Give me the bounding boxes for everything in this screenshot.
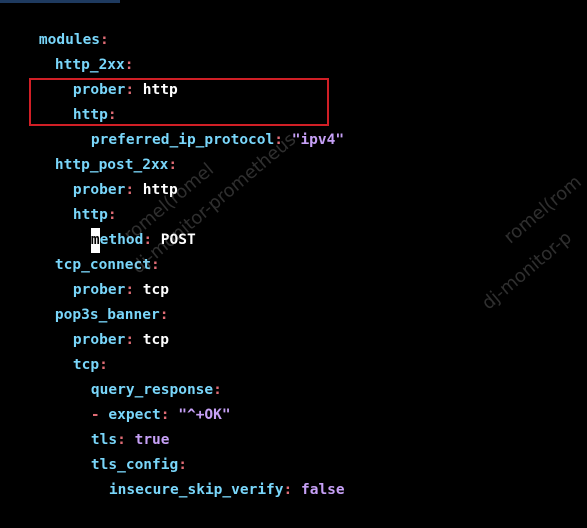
yaml-string: "ipv4" (282, 132, 345, 148)
code-line-prober: prober: http (38, 153, 178, 198)
code-line-prober: prober: http (38, 53, 178, 98)
yaml-colon: : (274, 132, 283, 148)
code-line-expect: - expect: "^+OK" (56, 378, 231, 423)
code-line-tcp: tcp: (38, 328, 108, 373)
code-line-tls: tls: true (56, 403, 170, 448)
yaml-value: tcp (134, 332, 169, 348)
code-editor[interactable]: modules: http_2xx: prober: http http: pr… (0, 0, 587, 498)
code-line-http-2xx: http_2xx: (20, 28, 134, 73)
code-line-query-response: query_response: (56, 353, 222, 398)
yaml-key: insecure_skip_verify (108, 482, 284, 498)
code-line-http: http: (38, 178, 117, 223)
yaml-boolean: false (292, 482, 345, 498)
yaml-colon: : (125, 332, 135, 348)
code-line-tcp-connect: tcp_connect: (20, 228, 160, 273)
watermark-text: dj-monitor-p (478, 227, 576, 315)
code-line-prober: prober: tcp (38, 253, 169, 298)
code-line-http-post-2xx: http_post_2xx: (20, 128, 177, 173)
watermark-text: romel(rom (500, 171, 586, 249)
yaml-value: http (134, 182, 178, 198)
code-line-insecure-skip-verify: insecure_skip_verify: false (74, 453, 345, 498)
highlight-box (29, 78, 329, 126)
code-line-tls-config: tls_config: (56, 428, 187, 473)
yaml-colon: : (283, 482, 293, 498)
yaml-colon: : (125, 182, 135, 198)
yaml-string: "^+OK" (169, 407, 231, 423)
code-line-modules: modules: (4, 3, 109, 48)
code-line-pop3s-banner: pop3s_banner: (20, 278, 169, 323)
code-line-method: method: POST (56, 203, 196, 253)
code-line-prober: prober: tcp (38, 303, 169, 348)
